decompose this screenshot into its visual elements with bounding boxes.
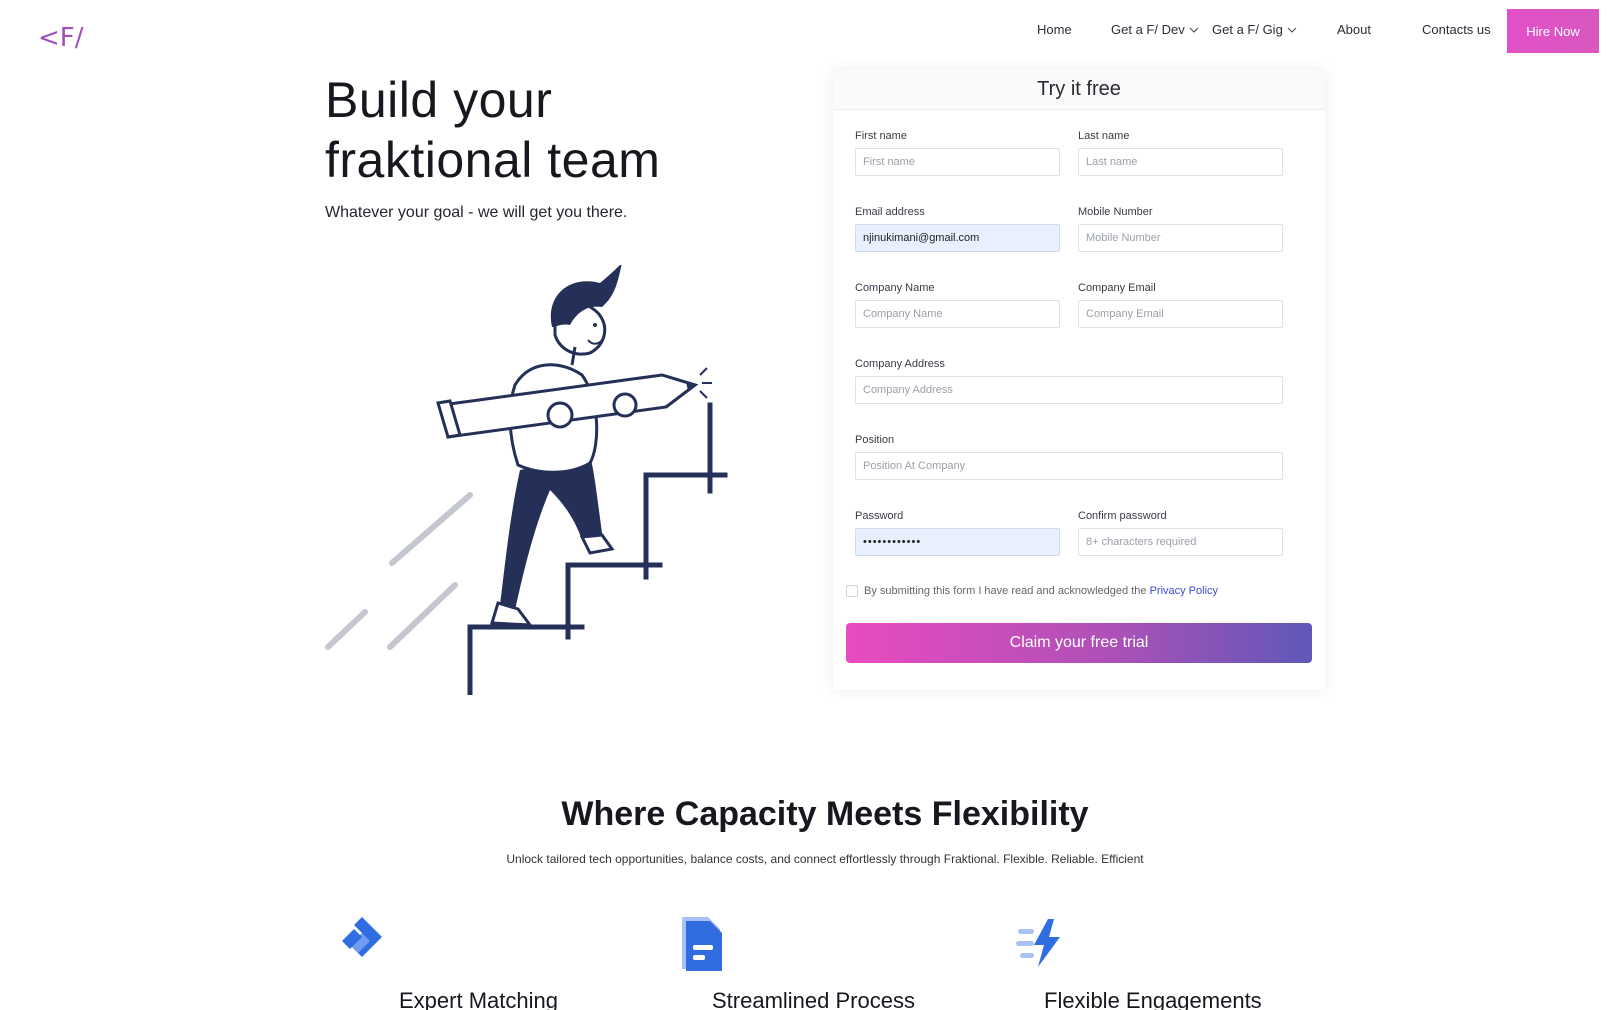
first-name-input[interactable]: [855, 148, 1060, 176]
email-input[interactable]: [855, 224, 1060, 252]
company-name-label: Company Name: [855, 282, 935, 294]
speed-lines: [325, 492, 473, 650]
document-icon: [682, 917, 722, 971]
nav-contacts[interactable]: Contacts us: [1422, 22, 1491, 37]
consent-row: By submitting this form I have read and …: [846, 585, 1218, 597]
position-input[interactable]: [855, 452, 1283, 480]
position-label: Position: [855, 434, 895, 446]
nav-get-dev[interactable]: Get a F/ Dev: [1111, 22, 1199, 37]
nav-get-gig[interactable]: Get a F/ Gig: [1212, 22, 1297, 37]
password-label: Password: [855, 510, 904, 522]
nav-home[interactable]: Home: [1037, 22, 1072, 37]
consent-label: By submitting this form I have read and …: [864, 585, 1147, 597]
hero-illustration: [325, 265, 728, 695]
email-label: Email address: [855, 206, 925, 218]
logo-text: <F/>: [38, 23, 86, 52]
password-input[interactable]: [855, 528, 1060, 556]
company-email-label: Company Email: [1078, 282, 1156, 294]
company-address-input[interactable]: [855, 376, 1283, 404]
claim-free-trial-button[interactable]: Claim your free trial: [846, 623, 1312, 663]
lightning-icon: [1016, 919, 1060, 967]
company-address-label: Company Address: [855, 358, 945, 370]
nav-about[interactable]: About: [1337, 22, 1371, 37]
fraktional-logo[interactable]: <F/>: [38, 22, 86, 52]
mobile-label: Mobile Number: [1078, 206, 1153, 218]
privacy-policy-link[interactable]: Privacy Policy: [1150, 585, 1218, 597]
feature-flexible-engagements-title: Flexible Engagements: [1044, 988, 1262, 1010]
features-subtitle: Unlock tailored tech opportunities, bala…: [506, 852, 1144, 866]
chevron-down-icon: [1287, 27, 1297, 33]
confirm-password-label: Confirm password: [1078, 510, 1167, 522]
confirm-password-input[interactable]: [1078, 528, 1283, 556]
hero-subtitle: Whatever your goal - we will get you the…: [325, 204, 628, 221]
form-title: Try it free: [833, 70, 1325, 110]
feature-expert-matching-title: Expert Matching: [399, 988, 558, 1010]
company-email-input[interactable]: [1078, 300, 1283, 328]
hire-now-button[interactable]: Hire Now: [1507, 9, 1599, 53]
consent-text: By submitting this form I have read and …: [864, 585, 1218, 597]
last-name-label: Last name: [1078, 130, 1130, 142]
hero-title: Build your fraktional team: [325, 70, 660, 190]
last-name-input[interactable]: [1078, 148, 1283, 176]
mobile-input[interactable]: [1078, 224, 1283, 252]
hero-title-line1: Build your: [325, 72, 553, 128]
feature-streamlined-process-title: Streamlined Process: [712, 988, 915, 1010]
hero-title-line2: fraktional team: [325, 132, 661, 188]
nav-get-gig-label: Get a F/ Gig: [1212, 22, 1283, 37]
signup-form-card: Try it free First name Last name Email a…: [833, 70, 1325, 690]
diamond-icon: [342, 917, 382, 957]
features-title: Where Capacity Meets Flexibility: [561, 795, 1089, 833]
nav-get-dev-label: Get a F/ Dev: [1111, 22, 1185, 37]
first-name-label: First name: [855, 130, 907, 142]
chevron-down-icon: [1189, 27, 1199, 33]
company-name-input[interactable]: [855, 300, 1060, 328]
consent-checkbox[interactable]: [846, 585, 858, 597]
